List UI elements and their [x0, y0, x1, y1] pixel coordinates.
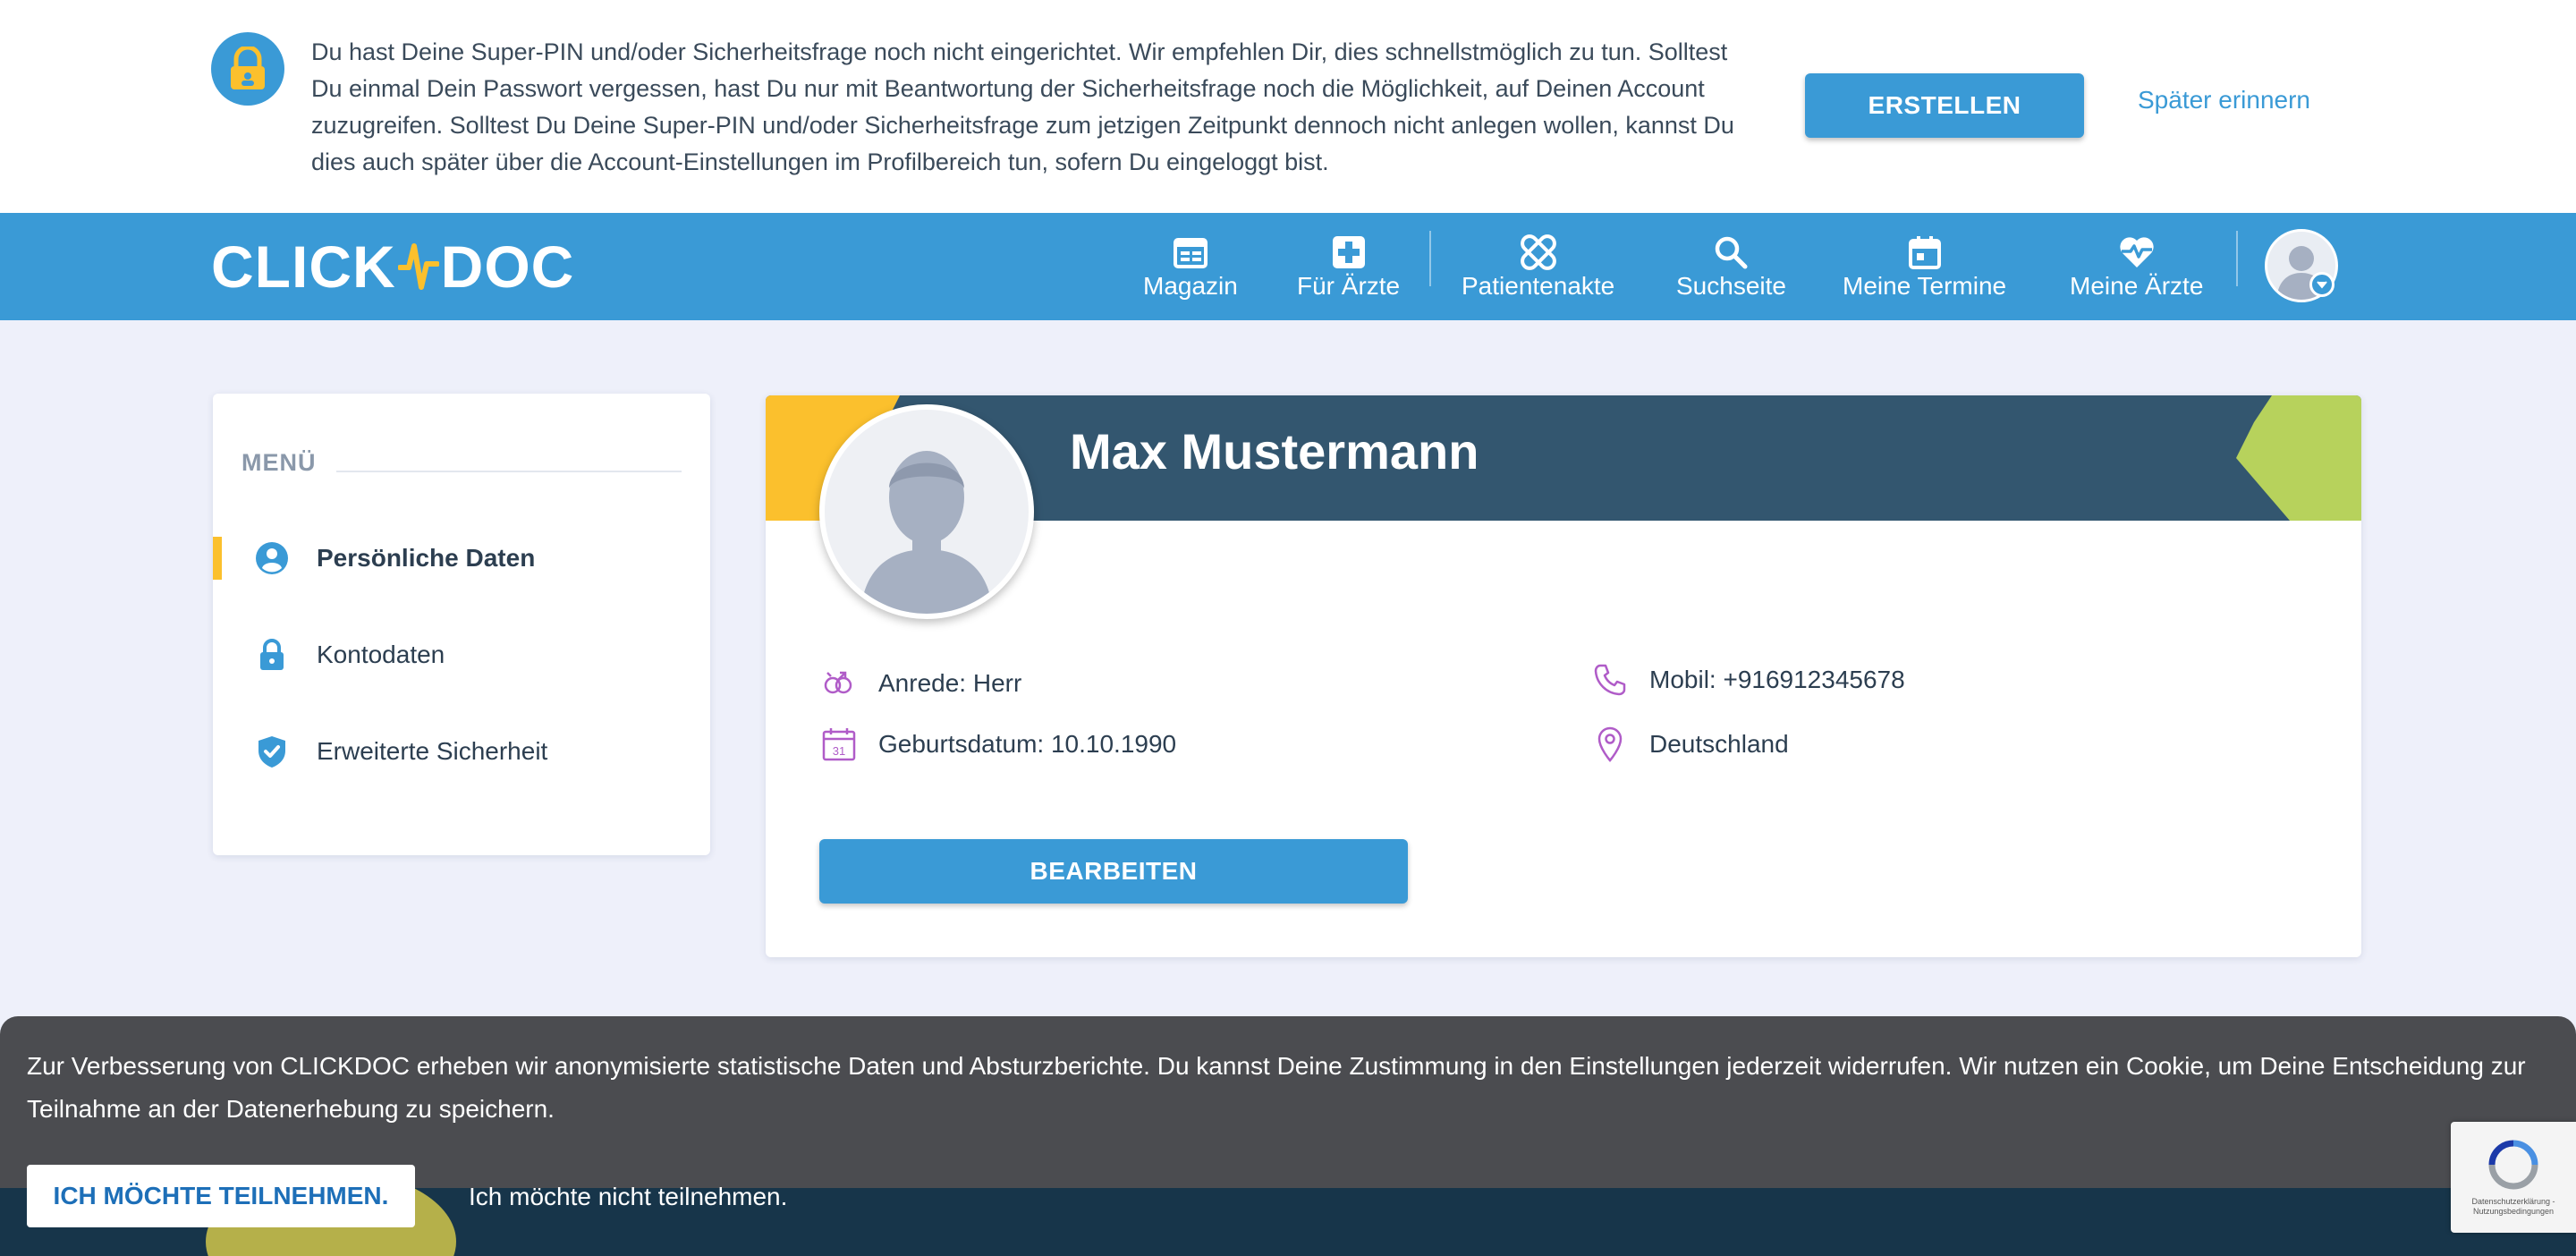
nav-divider: [1429, 231, 1431, 286]
country-value: Deutschland: [1649, 730, 1789, 758]
nav-meine-termine[interactable]: Meine Termine: [1843, 233, 2006, 304]
menu-divider: [336, 471, 682, 472]
salutation-row: Anrede: Herr: [819, 664, 1021, 703]
remind-later-link[interactable]: Später erinnern: [2138, 86, 2310, 115]
calendar-icon: 31: [819, 725, 859, 764]
nav-fuer-aerzte[interactable]: Für Ärzte: [1297, 233, 1400, 304]
profile-photo: [819, 404, 1034, 619]
birthdate-value: Geburtsdatum: 10.10.1990: [878, 730, 1177, 758]
nav-patientenakte[interactable]: Patientenakte: [1462, 233, 1614, 304]
recaptcha-badge[interactable]: Datenschutzerklärung - Nutzungsbedingung…: [2451, 1122, 2576, 1233]
mobile-value: Mobil: +916912345678: [1649, 666, 1905, 693]
lock-icon: [254, 637, 290, 673]
lock-icon: [211, 32, 284, 106]
calendar-icon-day: 31: [833, 744, 845, 758]
calendar-icon: [1908, 233, 1941, 272]
magazine-icon: [1173, 233, 1208, 272]
recaptcha-icon: [2488, 1140, 2538, 1190]
main-navbar: CLICK DOC Magazin Für Ärzte Patientenakt…: [0, 213, 2576, 320]
logo-text-click: CLICK: [211, 233, 396, 300]
bandage-icon: [1520, 233, 1556, 272]
nav-divider: [2236, 231, 2238, 286]
sidebar-item-persoenliche-daten[interactable]: Persönliche Daten: [213, 531, 710, 585]
menu-title: MENÜ: [242, 449, 317, 476]
cookie-consent-bar: Zur Verbesserung von CLICKDOC erheben wi…: [0, 1016, 2576, 1256]
banner-message: Du hast Deine Super-PIN und/oder Sicherh…: [311, 38, 1734, 175]
cookie-message: Zur Verbesserung von CLICKDOC erheben wi…: [27, 1052, 2526, 1123]
birthdate-row: 31 Geburtsdatum: 10.10.1990: [819, 725, 1176, 764]
nav-label: Meine Termine: [1843, 272, 2007, 300]
salutation-value: Anrede: Herr: [878, 669, 1022, 697]
sidebar-item-kontodaten[interactable]: Kontodaten: [213, 628, 710, 682]
security-warning-banner: Du hast Deine Super-PIN und/oder Sicherh…: [0, 0, 2576, 213]
sidebar-menu: MENÜ Persönliche Daten Kontodaten Erweit…: [213, 394, 710, 855]
profile-card: Max Mustermann Anrede: Herr 31 Geburtsda…: [766, 395, 2361, 957]
country-row: Deutschland: [1590, 725, 1789, 764]
decline-tracking-link[interactable]: Ich möchte nicht teilnehmen.: [469, 1183, 787, 1211]
accept-tracking-button[interactable]: ICH MÖCHTE TEILNEHMEN.: [27, 1165, 415, 1227]
nav-meine-aerzte[interactable]: Meine Ärzte: [2070, 233, 2203, 304]
mobile-row: Mobil: +916912345678: [1590, 660, 1905, 700]
shield-check-icon: [254, 734, 290, 769]
edit-profile-button[interactable]: BEARBEITEN: [819, 839, 1408, 904]
header-green-accent: [2236, 395, 2361, 521]
search-icon: [1714, 233, 1748, 272]
logo-text-doc: DOC: [440, 233, 575, 300]
sidebar-item-label: Persönliche Daten: [317, 544, 536, 572]
nav-label: Magazin: [1143, 272, 1238, 300]
user-circle-icon: [254, 540, 290, 576]
profile-name: Max Mustermann: [1070, 423, 1479, 479]
nav-label: Für Ärzte: [1297, 272, 1401, 300]
create-button[interactable]: ERSTELLEN: [1805, 73, 2084, 138]
nav-label: Suchseite: [1676, 272, 1786, 300]
recaptcha-text: Datenschutzerklärung - Nutzungsbedingung…: [2471, 1197, 2555, 1216]
phone-icon: [1590, 660, 1630, 700]
logo-pulse-icon: [397, 243, 439, 290]
clickdoc-logo[interactable]: CLICK DOC: [211, 233, 575, 300]
chevron-down-icon[interactable]: [2309, 272, 2334, 297]
sidebar-item-erweiterte-sicherheit[interactable]: Erweiterte Sicherheit: [213, 725, 710, 778]
nav-label: Patientenakte: [1462, 272, 1615, 300]
location-pin-icon: [1590, 725, 1630, 764]
gender-icon: [819, 664, 859, 703]
medical-cross-icon: [1332, 233, 1366, 272]
heart-pulse-icon: [2118, 233, 2156, 272]
nav-label: Meine Ärzte: [2070, 272, 2204, 300]
sidebar-item-label: Erweiterte Sicherheit: [317, 737, 548, 765]
nav-magazin[interactable]: Magazin: [1143, 233, 1238, 304]
sidebar-item-label: Kontodaten: [317, 641, 445, 668]
nav-suchseite[interactable]: Suchseite: [1676, 233, 1786, 304]
